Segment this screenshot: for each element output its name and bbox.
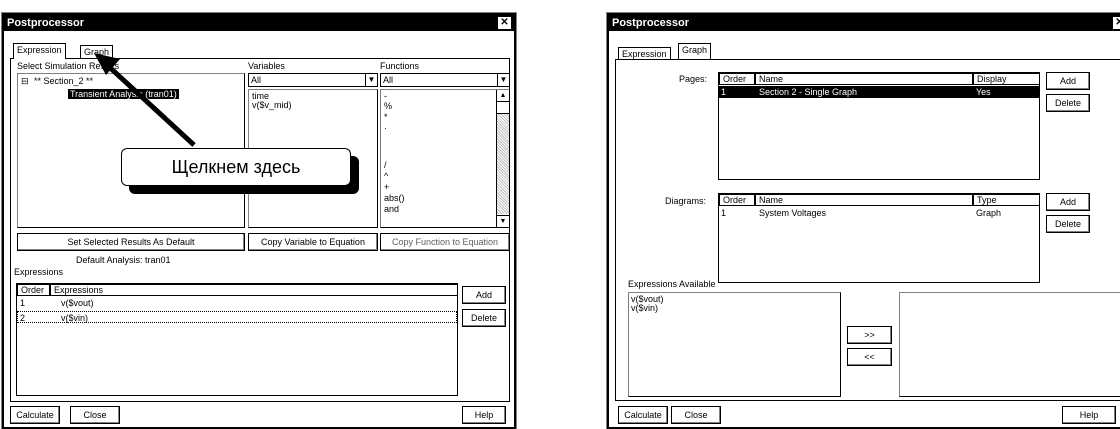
close-button[interactable]: Close — [671, 406, 721, 424]
pages-label: Pages: — [679, 74, 708, 84]
chevron-down-icon[interactable]: ▼ — [365, 74, 377, 86]
functions-label: Functions — [380, 61, 420, 71]
function-item[interactable]: · — [384, 123, 387, 133]
column-header-name[interactable]: Name — [755, 194, 973, 206]
variables-filter-value: All — [251, 75, 262, 85]
row-order: 1 — [721, 87, 727, 97]
function-item[interactable]: + — [384, 182, 389, 192]
variables-label: Variables — [248, 61, 285, 71]
default-analysis-label: Default Analysis: tran01 — [76, 255, 171, 265]
expressions-table[interactable]: Order Expressions 1 v($vout) 2 v($vin) — [16, 283, 458, 396]
close-button[interactable]: Close — [70, 406, 120, 424]
column-header-display[interactable]: Display — [973, 73, 1039, 85]
calculate-button[interactable]: Calculate — [618, 406, 668, 424]
function-item[interactable]: ^ — [384, 171, 388, 181]
row-expression: v($vout) — [61, 298, 94, 308]
functions-list[interactable]: - % * · / ^ + abs() and ▲ ▼ — [380, 89, 510, 228]
add-button[interactable]: Add — [462, 286, 506, 304]
function-item[interactable]: - — [384, 91, 387, 101]
title-bar[interactable]: Postprocessor ✕ — [4, 15, 514, 31]
title-bar[interactable]: Postprocessor ✕ — [609, 15, 1120, 31]
diagrams-table[interactable]: Order Name Type 1 System Voltages Graph — [718, 193, 1040, 283]
column-header-order[interactable]: Order — [17, 284, 50, 296]
expressions-available-label: Expressions Available — [628, 279, 716, 289]
expressions-available-list[interactable]: v($vout) v($vin) — [628, 292, 841, 397]
delete-button[interactable]: Delete — [462, 309, 506, 327]
column-header-type[interactable]: Type — [973, 194, 1039, 206]
expressions-selected-list[interactable] — [899, 292, 1120, 397]
function-item[interactable]: % — [384, 101, 392, 111]
row-type: Graph — [976, 208, 1002, 218]
table-row[interactable]: 2 v($vin) — [17, 311, 457, 323]
copy-function-button[interactable]: Copy Function to Equation — [380, 233, 510, 251]
function-item[interactable]: and — [384, 204, 399, 214]
table-row[interactable]: 1 Section 2 - Single Graph Yes — [719, 86, 1039, 98]
column-header-order[interactable]: Order — [719, 73, 755, 85]
help-button[interactable]: Help — [1062, 406, 1116, 424]
list-item[interactable]: v($vin) — [631, 303, 658, 313]
chevron-down-icon[interactable]: ▼ — [497, 74, 509, 86]
row-name: Section 2 - Single Graph — [759, 87, 858, 97]
delete-diagram-button[interactable]: Delete — [1046, 215, 1090, 233]
functions-filter[interactable]: All ▼ — [380, 73, 510, 87]
pages-table[interactable]: Order Name Display 1 Section 2 - Single … — [718, 72, 1040, 180]
variables-filter[interactable]: All ▼ — [248, 73, 378, 87]
close-icon[interactable]: ✕ — [1113, 17, 1120, 29]
table-row[interactable]: 1 v($vout) — [17, 297, 457, 308]
functions-scrollbar[interactable]: ▲ ▼ — [496, 90, 509, 227]
function-item[interactable]: * — [384, 112, 388, 122]
close-icon[interactable]: ✕ — [498, 17, 511, 29]
expressions-label: Expressions — [14, 267, 64, 277]
window-title: Postprocessor — [612, 17, 690, 29]
tab-expression[interactable]: Expression — [13, 43, 66, 59]
window-title: Postprocessor — [7, 17, 85, 29]
move-left-button[interactable]: << — [847, 348, 892, 366]
add-page-button[interactable]: Add — [1046, 72, 1090, 90]
pointer-arrow-icon — [94, 53, 196, 147]
function-item[interactable]: / — [384, 160, 387, 170]
column-header-order[interactable]: Order — [719, 194, 755, 206]
tab-graph[interactable]: Graph — [678, 43, 712, 59]
row-order: 1 — [721, 208, 727, 218]
copy-variable-button[interactable]: Copy Variable to Equation — [248, 233, 378, 251]
callout-hint: Щелкнем здесь — [121, 148, 351, 186]
tree-expander-icon[interactable]: ⊟ — [21, 76, 29, 86]
help-button[interactable]: Help — [462, 406, 506, 424]
scroll-thumb[interactable] — [497, 102, 509, 114]
diagrams-label: Diagrams: — [665, 196, 707, 206]
delete-page-button[interactable]: Delete — [1046, 94, 1090, 112]
tree-root[interactable]: ** Section_2 ** — [34, 76, 93, 86]
row-name: System Voltages — [759, 208, 827, 218]
set-default-button[interactable]: Set Selected Results As Default — [17, 233, 245, 251]
add-diagram-button[interactable]: Add — [1046, 193, 1090, 211]
column-header-name[interactable]: Name — [755, 73, 973, 85]
variable-item[interactable]: v($v_mid) — [252, 100, 292, 110]
move-right-button[interactable]: >> — [847, 326, 892, 344]
scroll-up-icon[interactable]: ▲ — [497, 90, 509, 102]
row-display: Yes — [976, 87, 991, 97]
postprocessor-window-left: Postprocessor ✕ Expression Graph Select … — [1, 12, 517, 429]
scroll-track[interactable] — [497, 114, 509, 214]
row-expression: v($vin) — [61, 313, 89, 323]
postprocessor-window-right: Postprocessor ✕ Expression Graph Pages: … — [606, 12, 1120, 429]
function-item[interactable]: abs() — [384, 193, 405, 203]
table-row[interactable]: 1 System Voltages Graph — [719, 207, 1039, 219]
calculate-button[interactable]: Calculate — [10, 406, 60, 424]
column-header-expressions[interactable]: Expressions — [50, 284, 457, 296]
row-order: 2 — [20, 313, 26, 323]
scroll-down-icon[interactable]: ▼ — [497, 215, 509, 227]
row-order: 1 — [20, 298, 26, 308]
functions-filter-value: All — [383, 75, 394, 85]
